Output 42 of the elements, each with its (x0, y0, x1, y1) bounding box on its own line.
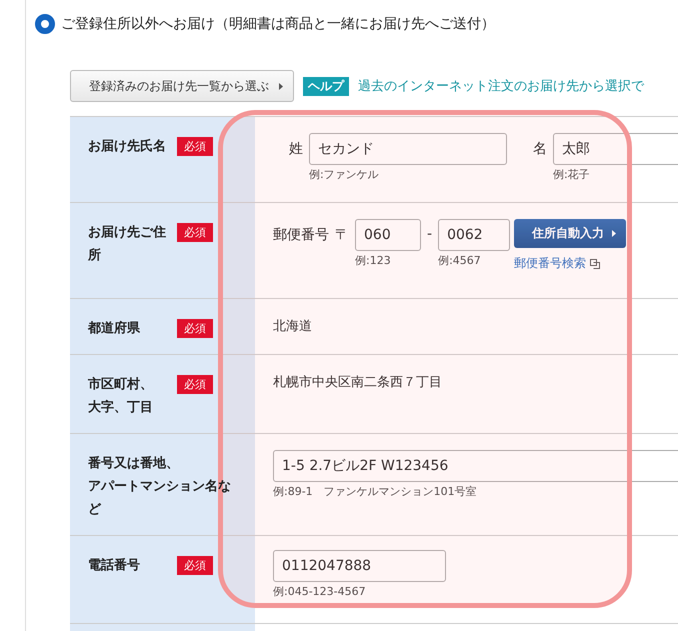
example-hint: 例:花子 (553, 167, 591, 182)
address-field[interactable]: 1-5 2.7ビル2F W123456 (273, 450, 678, 482)
field-label: 電話番号 (88, 557, 140, 575)
help-badge: ヘルプ (303, 76, 349, 96)
postal-code-field[interactable]: 060 (355, 219, 421, 251)
field-label: お届け先ご住所 (88, 224, 167, 265)
field-label: アパートマンション名など (88, 478, 232, 519)
last-name-field[interactable]: セカンド (309, 133, 507, 165)
name-label: 名 (533, 140, 547, 158)
field-label: 都道府県 (88, 320, 140, 338)
example-hint: 例:123 (355, 253, 392, 268)
example-hint: 例:89-1 ファンケルマンション101号室 (273, 484, 478, 499)
field-value: 札幌市中央区南二条西７丁目 (273, 375, 442, 390)
field-label: 市区町村、 (88, 376, 153, 394)
example-hint: 例:045-123-4567 (273, 584, 367, 599)
example-hint: 例:ファンケル (309, 167, 380, 182)
caret-icon (612, 230, 616, 237)
required-badge: 必須 (177, 556, 213, 575)
field-value: 北海道 (273, 319, 312, 334)
field-label: 番号又は番地、 (88, 455, 179, 473)
required-badge: 必須 (177, 319, 213, 338)
field-label: お届け先氏名 (88, 138, 166, 156)
delivery-option-label: ご登録住所以外へお届け（明細書は商品と一緒にお届け先へご送付） (61, 15, 495, 33)
name-label: 姓 (289, 140, 303, 158)
postal-code-label: 郵便番号 (273, 226, 329, 244)
radio-button[interactable] (35, 14, 55, 34)
field-label: 大字、丁目 (88, 398, 153, 417)
example-hint: 例:4567 (438, 253, 482, 268)
address-autofill-button[interactable]: 住所自動入力 (514, 219, 626, 248)
postal-mark: 〒 (335, 226, 349, 244)
postal-code-field[interactable]: 0062 (438, 219, 510, 251)
first-name-field[interactable]: 太郎 (553, 133, 678, 165)
external-link-icon (590, 258, 600, 268)
phone-field[interactable]: 0112047888 (273, 550, 446, 582)
postal-search-link[interactable]: 郵便番号検索 (514, 255, 626, 272)
help-text: 過去のインターネット注文のお届け先から選択で (358, 78, 644, 95)
hyphen: - (427, 225, 432, 242)
required-badge: 必須 (177, 375, 213, 394)
select-address-button[interactable]: 登録済みのお届け先一覧から選ぶ (70, 70, 294, 102)
required-badge: 必須 (177, 137, 213, 156)
required-badge: 必須 (177, 223, 213, 242)
caret-icon (279, 82, 283, 90)
